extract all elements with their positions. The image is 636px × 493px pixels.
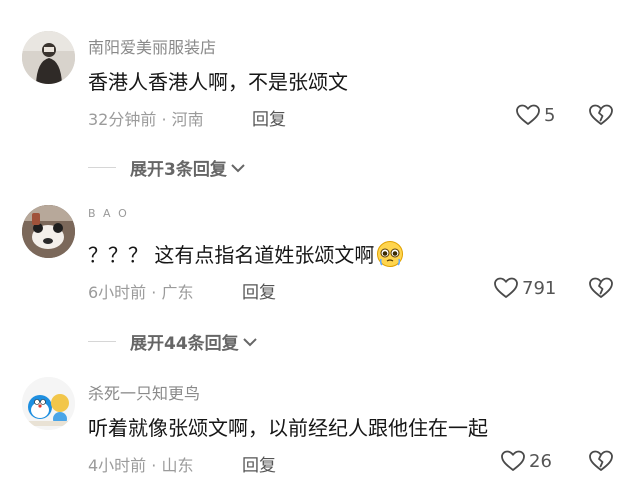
heart-outline-icon <box>494 277 518 298</box>
reply-button[interactable]: 回复 <box>242 451 276 476</box>
pleading-face-emoji-icon <box>376 240 404 273</box>
expand-replies-label: 展开3条回复 <box>130 160 227 180</box>
avatar[interactable] <box>22 31 75 84</box>
like-count: 26 <box>529 450 552 472</box>
broken-heart-icon <box>589 450 613 471</box>
username[interactable]: 南阳爱美丽服装店 <box>88 34 216 58</box>
dislike-button[interactable] <box>589 450 613 476</box>
expand-replies-label: 展开44条回复 <box>130 334 239 354</box>
comment-meta: 32分钟前 · 河南 <box>88 110 204 129</box>
heart-outline-icon <box>516 104 540 125</box>
username[interactable]: 杀死一只知更鸟 <box>88 380 200 404</box>
like-button[interactable]: 791 <box>494 277 556 299</box>
comment-meta: 4小时前 · 山东 <box>88 456 194 475</box>
comment-text: 听着就像张颂文啊，以前经纪人跟他住在一起 <box>88 416 488 440</box>
comment-text: ？？？ 这有点指名道姓张颂文啊 <box>88 239 404 273</box>
like-button[interactable]: 5 <box>516 104 555 126</box>
comment-text: 香港人香港人啊，不是张颂文 <box>88 70 348 94</box>
divider <box>88 341 116 342</box>
user-photo-avatar-icon <box>22 31 75 84</box>
dislike-button[interactable] <box>589 104 613 130</box>
heart-outline-icon <box>501 450 525 471</box>
dislike-button[interactable] <box>589 277 613 303</box>
comment-text-body: ？？？ 这有点指名道姓张颂文啊 <box>88 243 375 267</box>
like-button[interactable]: 26 <box>501 450 552 472</box>
broken-heart-icon <box>589 104 613 125</box>
broken-heart-icon <box>589 277 613 298</box>
expand-replies-button[interactable]: 展开44条回复 <box>88 329 258 354</box>
like-count: 5 <box>544 104 556 126</box>
doraemon-avatar-icon <box>22 377 75 430</box>
divider <box>88 167 116 168</box>
expand-replies-button[interactable]: 展开3条回复 <box>88 155 246 180</box>
reply-button[interactable]: 回复 <box>252 105 286 130</box>
chevron-down-icon <box>242 337 257 346</box>
avatar[interactable] <box>22 377 75 430</box>
like-count: 791 <box>522 277 557 299</box>
avatar[interactable] <box>22 205 75 258</box>
username[interactable]: B A O <box>88 207 129 220</box>
chevron-down-icon <box>231 163 245 172</box>
bear-plush-avatar-icon <box>22 205 75 258</box>
comment-meta: 6小时前 · 广东 <box>88 283 194 302</box>
reply-button[interactable]: 回复 <box>242 278 276 303</box>
